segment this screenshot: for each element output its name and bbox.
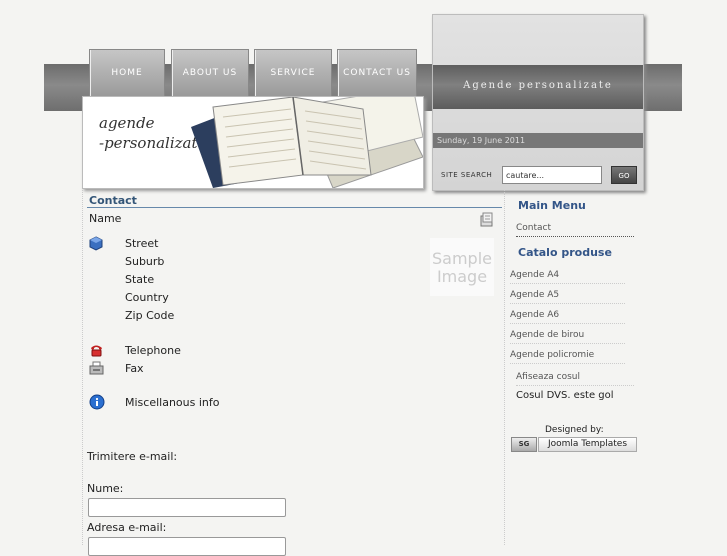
sidebar-item-agende-a6[interactable]: Agende A6 xyxy=(510,310,625,324)
site-title: Agende personalizate xyxy=(463,80,613,91)
address-icon xyxy=(89,236,103,251)
misc-info-label: Miscellanous info xyxy=(125,396,220,409)
fax-icon xyxy=(89,361,104,375)
name-input[interactable] xyxy=(88,498,286,517)
sidebar-item-agende-birou[interactable]: Agende de birou xyxy=(510,330,625,344)
email-field-label: Adresa e-mail: xyxy=(87,521,167,534)
address-street: Street xyxy=(125,237,159,250)
contact-name-label: Name xyxy=(89,212,122,225)
nav-home[interactable]: HOME xyxy=(89,49,165,96)
sample-image-line-1: Sample xyxy=(432,249,492,268)
current-date: Sunday, 19 June 2011 xyxy=(433,133,643,148)
nav-home-label: HOME xyxy=(111,68,143,78)
cart-status: Cosul DVS. este gol xyxy=(516,390,614,401)
address-suburb: Suburb xyxy=(125,255,165,268)
nav-service-label: SERVICE xyxy=(270,68,316,78)
heading-divider xyxy=(87,207,502,208)
nav-service[interactable]: SERVICE xyxy=(254,49,332,96)
email-input[interactable] xyxy=(88,537,286,556)
designed-by-label: Designed by: xyxy=(545,425,604,435)
sidebar-item-agende-policromie[interactable]: Agende policromie xyxy=(510,350,625,364)
header-box: Agende personalizate Sunday, 19 June 201… xyxy=(432,14,644,191)
page-title: Contact xyxy=(89,194,137,207)
search-label: SITE SEARCH xyxy=(441,171,493,179)
nav-contact-us[interactable]: CONTACT US xyxy=(337,49,417,96)
joomla-templates-link[interactable]: Joomla Templates xyxy=(538,437,637,452)
email-form-heading: Trimitere e-mail: xyxy=(87,450,178,463)
fax-label: Fax xyxy=(125,362,144,375)
search-go-button[interactable]: GO xyxy=(611,166,637,184)
telephone-label: Telephone xyxy=(125,344,181,357)
vcard-icon[interactable] xyxy=(479,212,495,228)
banner: agende -personalizate xyxy=(82,96,424,189)
agenda-illustration xyxy=(191,97,423,188)
name-field-label: Nume: xyxy=(87,482,124,495)
main-content: Contact Name Street Suburb State Country… xyxy=(82,190,503,556)
sidebar-item-agende-a4[interactable]: Agende A4 xyxy=(510,270,625,284)
sample-image: Sample Image xyxy=(430,238,494,296)
address-country: Country xyxy=(125,291,169,304)
site-title-band: Agende personalizate xyxy=(433,65,643,109)
show-cart-link[interactable]: Afiseaza cosul xyxy=(516,372,634,386)
search-input[interactable] xyxy=(502,166,602,184)
info-icon xyxy=(89,394,105,410)
catalog-heading: Catalo produse xyxy=(518,246,612,259)
sidebar: Main Menu Contact Catalo produse Agende … xyxy=(504,190,643,545)
sg-badge[interactable]: SG xyxy=(511,437,537,452)
sidebar-item-contact[interactable]: Contact xyxy=(516,223,634,237)
nav-about-label: ABOUT US xyxy=(182,68,238,78)
sample-image-line-2: Image xyxy=(436,267,488,286)
nav-contact-label: CONTACT US xyxy=(343,68,411,78)
main-menu-heading: Main Menu xyxy=(518,199,586,212)
nav-about-us[interactable]: ABOUT US xyxy=(171,49,249,96)
address-state: State xyxy=(125,273,155,286)
sidebar-item-agende-a5[interactable]: Agende A5 xyxy=(510,290,625,304)
address-zip: Zip Code xyxy=(125,309,175,322)
telephone-icon xyxy=(91,345,102,357)
